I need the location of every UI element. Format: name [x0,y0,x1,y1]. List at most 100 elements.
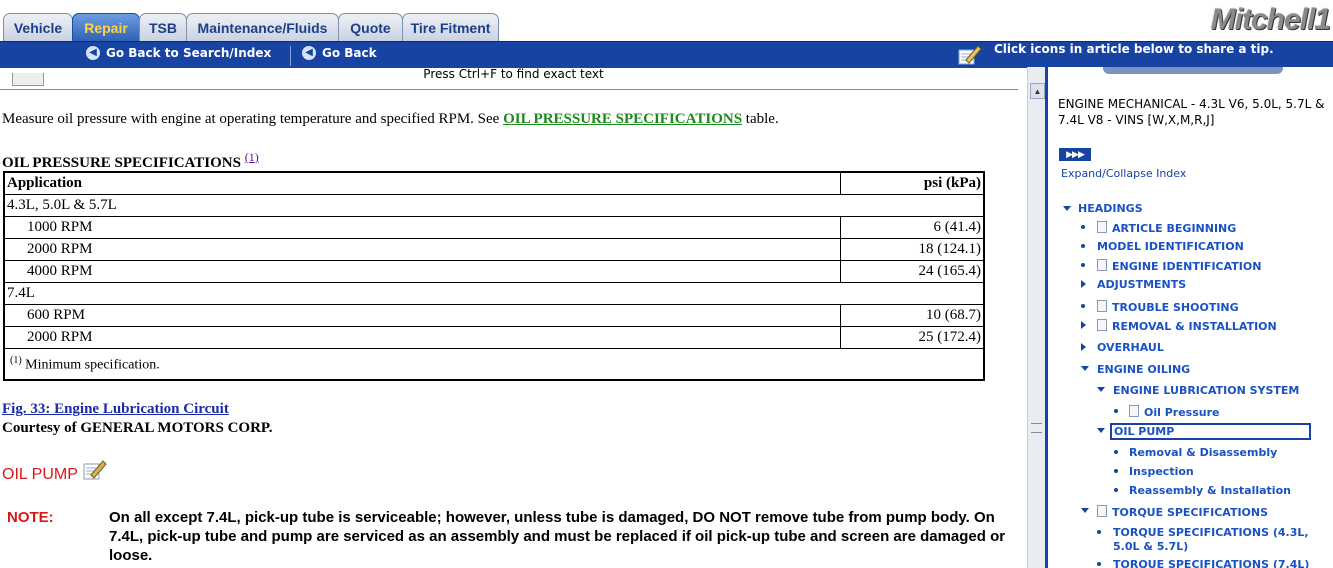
expand-triangle-icon[interactable] [1081,280,1086,288]
column-header-application: Application [3,171,841,195]
tab-vehicle[interactable]: Vehicle [3,13,73,41]
share-tip-pencil-icon[interactable] [82,458,108,482]
courtesy-text: Courtesy of GENERAL MOTORS CORP. [2,420,273,436]
share-tip-pencil-icon[interactable] [956,43,982,67]
panel-handle[interactable] [1103,67,1283,74]
tab-quote[interactable]: Quote [338,13,403,41]
scroll-up-arrow-icon[interactable]: ▲ [1030,83,1045,99]
logo-text: Mitchell1 [1210,3,1331,36]
expand-collapse-link[interactable]: Expand/Collapse Index [1061,167,1186,180]
psi-cell: 24 (165.4) [840,260,985,283]
footnote-text: Minimum specification. [25,357,160,373]
table-group-row: 7.4L [3,282,985,305]
table-footnote-row: (1) Minimum specification. [3,348,985,381]
bullet-icon [1114,450,1118,454]
rpm-cell: 2000 RPM [3,326,841,349]
rpm-cell: 600 RPM [3,304,841,327]
collapse-triangle-icon[interactable] [1063,206,1071,211]
spec-footnote-link[interactable]: (1) [245,150,259,164]
toc-oil-pump-selected[interactable]: OIL PUMP [1110,423,1311,440]
oil-pressure-table: Application psi (kPa) 4.3L, 5.0L & 5.7L … [3,171,985,381]
group-label: 4.3L, 5.0L & 5.7L [3,194,985,217]
bullet-icon [1114,409,1118,413]
toc-article-beginning[interactable]: ARTICLE BEGINNING [1097,221,1236,235]
footnote-mark: (1) [10,354,22,366]
toc-label: REMOVAL & INSTALLATION [1112,320,1277,333]
go-back-button[interactable]: ◀ Go Back [302,46,377,60]
note-label: NOTE: [7,509,54,526]
article-pane: Press Ctrl+F to find exact text Measure … [0,67,1027,568]
toc-adjustments[interactable]: ADJUSTMENTS [1097,278,1186,291]
page-icon [1097,319,1107,331]
table-row: 2000 RPM 18 (124.1) [3,238,985,261]
toc-engine-oiling[interactable]: ENGINE OILING [1097,363,1190,376]
article-scrollbar[interactable]: ▲ [1027,67,1045,568]
expand-triangle-icon[interactable] [1081,321,1086,329]
back-arrow-icon: ◀ [302,46,316,60]
toc-reassembly-installation[interactable]: Reassembly & Installation [1129,484,1291,497]
toc-oil-pressure[interactable]: Oil Pressure [1129,405,1219,419]
table-row: 2000 RPM 25 (172.4) [3,326,985,349]
toc-engine-identification[interactable]: ENGINE IDENTIFICATION [1097,259,1261,273]
bullet-icon [1081,304,1085,308]
page-icon [1097,221,1107,233]
toc-torque-specs-43-50-57[interactable]: TORQUE SPECIFICATIONS (4.3L, 5.0L & 5.7L… [1113,526,1313,554]
collapse-triangle-icon[interactable] [1097,428,1105,433]
collapse-triangle-icon[interactable] [1097,387,1105,392]
toolbar-divider [290,46,291,66]
note-text: On all except 7.4L, pick-up tube is serv… [109,509,1006,564]
bullet-icon [1097,530,1101,534]
expand-triangle-icon[interactable] [1081,343,1086,351]
toc-torque-specifications[interactable]: TORQUE SPECIFICATIONS [1097,505,1268,519]
page-icon [1097,300,1107,312]
table-row: 600 RPM 10 (68.7) [3,304,985,327]
bullet-icon [1097,562,1101,566]
toc-trouble-shooting[interactable]: TROUBLE SHOOTING [1097,300,1239,314]
toc-headings[interactable]: HEADINGS [1078,202,1143,215]
bullet-icon [1081,244,1085,248]
spec-title-text: OIL PRESSURE SPECIFICATIONS [2,155,241,171]
tab-repair[interactable]: Repair [72,13,140,41]
tab-bar: Vehicle Repair TSB Maintenance/Fluids Qu… [0,0,1333,41]
tab-maintenance-fluids[interactable]: Maintenance/Fluids [186,13,339,41]
tab-tsb[interactable]: TSB [139,13,187,41]
toc-inspection[interactable]: Inspection [1129,465,1194,478]
expand-collapse-button[interactable]: ▶▶▶ [1059,148,1091,161]
back-to-search-label: Go Back to Search/Index [106,46,272,60]
back-to-search-button[interactable]: ◀ Go Back to Search/Index [86,46,271,60]
find-hint: Press Ctrl+F to find exact text [423,67,604,81]
toc-label: ARTICLE BEGINNING [1112,222,1237,235]
bullet-icon [1081,263,1085,267]
article-title: ENGINE MECHANICAL - 4.3L V6, 5.0L, 5.7L … [1058,97,1325,127]
section-title: OIL PUMP [2,466,78,483]
toc-label: ENGINE IDENTIFICATION [1112,260,1262,273]
psi-cell: 10 (68.7) [840,304,985,327]
page-icon [1097,259,1107,271]
mitchell1-logo: Mitchell1 [1190,3,1331,37]
scroll-grip-icon[interactable] [1031,423,1042,433]
rpm-cell: 4000 RPM [3,260,841,283]
divider [0,89,1018,90]
measure-instruction: Measure oil pressure with engine at oper… [2,111,779,128]
toc-removal-installation[interactable]: REMOVAL & INSTALLATION [1097,319,1277,333]
bullet-icon [1114,469,1118,473]
page-icon [1129,405,1139,417]
oil-pressure-specs-link[interactable]: OIL PRESSURE SPECIFICATIONS [503,111,742,127]
page-icon [1097,505,1107,517]
toc-model-identification[interactable]: MODEL IDENTIFICATION [1097,240,1244,253]
tab-tire-fitment[interactable]: Tire Fitment [402,13,499,41]
collapse-triangle-icon[interactable] [1081,366,1089,371]
group-label: 7.4L [3,282,985,305]
toc-torque-specs-74[interactable]: TORQUE SPECIFICATIONS (7.4L) [1113,558,1309,568]
figure-link[interactable]: Fig. 33: Engine Lubrication Circuit [2,401,229,418]
toc-overhaul[interactable]: OVERHAUL [1097,341,1164,354]
spec-table-title: OIL PRESSURE SPECIFICATIONS (1) [2,150,259,172]
back-arrow-icon: ◀ [86,46,100,60]
collapse-triangle-icon[interactable] [1081,508,1089,513]
table-row: 4000 RPM 24 (165.4) [3,260,985,283]
toolbar: ◀ Go Back to Search/Index ◀ Go Back Clic… [0,41,1333,68]
toc-engine-lubrication-system[interactable]: ENGINE LUBRICATION SYSTEM [1113,384,1299,397]
toc-removal-disassembly[interactable]: Removal & Disassembly [1129,446,1277,459]
bullet-icon [1081,225,1085,229]
table-row: 1000 RPM 6 (41.4) [3,216,985,239]
